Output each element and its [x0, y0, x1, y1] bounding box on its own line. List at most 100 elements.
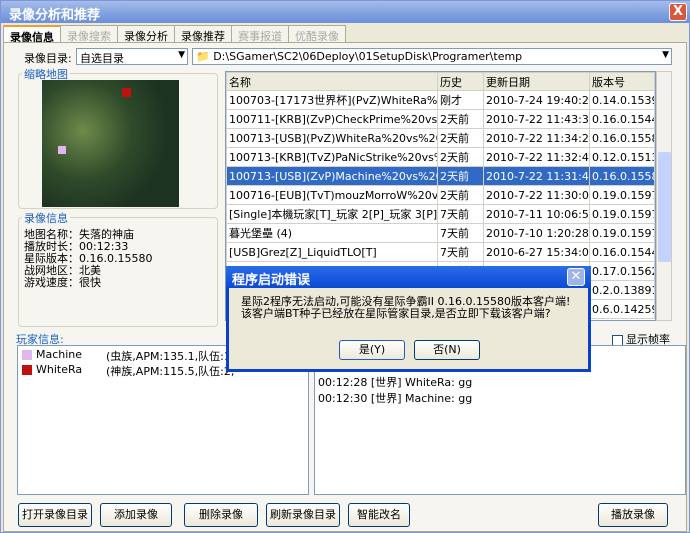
checkbox-icon	[612, 334, 623, 346]
table-cell: 2天前	[437, 109, 484, 129]
window-title: 录像分析和推荐	[9, 8, 101, 23]
table-cell: 0.19.0.15976	[589, 204, 655, 224]
column-header[interactable]: 版本号	[589, 72, 655, 91]
table-cell: 2010-6-27 15:34:06	[483, 242, 590, 262]
table-cell: 2010-7-10 1:20:28	[483, 223, 590, 243]
table-cell: 0.16.0.15580	[589, 166, 655, 186]
path-select[interactable]: 📁 D:\SGamer\SC2\06Deploy\01SetupDisk\Pro…	[192, 48, 672, 65]
title-bar: 录像分析和推荐 X	[1, 1, 690, 23]
table-cell: 2天前	[437, 147, 484, 167]
table-cell: 2010-7-22 11:32:46	[483, 147, 590, 167]
table-row[interactable]: 100711-[KRB](ZvP)CheckPrime%20vs%20Snow2…	[226, 109, 655, 129]
error-dialog: 程序启动错误 ✕ 星际2程序无法启动,可能没有星际争霸II 0.16.0.1558…	[226, 266, 591, 372]
player-color-swatch	[22, 350, 32, 360]
table-cell: 100713-[USB](PvZ)WhiteRa%20vs%20Machine	[226, 128, 438, 148]
tab-5[interactable]: 优酷录像	[288, 25, 346, 43]
chevron-down-icon: ▼	[662, 50, 669, 60]
path-value: D:\SGamer\SC2\06Deploy\01SetupDisk\Progr…	[213, 50, 523, 63]
table-cell: 0.19.0.15976	[589, 185, 655, 205]
close-button[interactable]: X	[669, 3, 687, 21]
player-marker-machine	[58, 146, 66, 154]
tab-0[interactable]: 录像信息	[3, 25, 61, 44]
table-cell: 0.16.0.15580	[589, 128, 655, 148]
table-header: 名称 历史 更新日期 版本号	[226, 72, 655, 91]
action-button-5[interactable]: 播放录像	[598, 503, 668, 527]
table-cell: 0.6.0.14259	[589, 299, 655, 319]
table-cell: 0.19.0.15976	[589, 223, 655, 243]
player-name: Machine	[36, 348, 83, 361]
dir-label: 录像目录:	[24, 52, 72, 65]
table-cell: 100713-[KRB](TvZ)PaNicStrike%20vs%20GoGo	[226, 147, 438, 167]
tab-bar: 录像信息 录像搜索 录像分析 录像推荐 赛事报道 优酷录像	[3, 25, 346, 44]
tab-4[interactable]: 赛事报道	[231, 25, 289, 43]
table-cell: 100716-[EUB](TvT)mouzMorroW%20vs%20Pre	[226, 185, 438, 205]
table-cell: 0.12.0.15133	[589, 147, 655, 167]
table-cell: 2010-7-24 19:40:28	[483, 90, 590, 110]
table-cell: 2天前	[437, 185, 484, 205]
tab-2[interactable]: 录像分析	[117, 25, 175, 43]
table-cell: 刚才	[437, 90, 484, 110]
table-cell: 100703-[17173世界杯](PvZ)WhiteRa%20vs%20	[226, 90, 438, 110]
table-cell: 2010-7-11 10:06:58	[483, 204, 590, 224]
table-cell: 2010-7-22 11:43:34	[483, 109, 590, 129]
replay-info-lines: 地图名称：失落的神庙 播放时长：00:12:33 星际版本：0.16.0.15580…	[24, 229, 152, 289]
info-line: 游戏速度：很快	[24, 276, 101, 289]
table-cell: 0.16.0.15449	[589, 109, 655, 129]
action-button-1[interactable]: 添加录像	[100, 503, 172, 527]
table-row[interactable]: 100713-[USB](PvZ)WhiteRa%20vs%20Machine2…	[226, 128, 655, 148]
player-detail: (神族,APM:115.5,队伍:2,	[106, 365, 235, 378]
table-row[interactable]: 100716-[EUB](TvT)mouzMorroW%20vs%20Pre2天…	[226, 185, 655, 205]
dialog-title: 程序启动错误	[232, 273, 311, 288]
yes-button[interactable]: 是(Y)	[339, 340, 405, 360]
table-row[interactable]: 暮光堡壘 (4)7天前2010-7-10 1:20:280.19.0.15976	[226, 223, 655, 243]
action-button-2[interactable]: 删除录像	[184, 503, 258, 527]
table-row[interactable]: 100713-[USB](ZvP)Machine%20vs%20WhiteRa2…	[226, 166, 655, 186]
dialog-message-line2: 该客户端BT种子已经放在星际管家目录,是否立即下载该客户端?	[241, 307, 551, 320]
table-cell: [USB]Grez[Z]_LiquidTLO[T]	[226, 242, 438, 262]
dir-select[interactable]: 自选目录 ▼	[76, 48, 188, 65]
dir-selected: 自选目录	[80, 52, 124, 65]
table-cell: 2010-7-22 11:30:06	[483, 185, 590, 205]
table-cell: 暮光堡壘 (4)	[226, 223, 438, 243]
table-cell: 100713-[USB](ZvP)Machine%20vs%20WhiteRa	[226, 166, 438, 186]
player-marker-whitera	[122, 88, 131, 97]
player-color-swatch	[22, 365, 32, 375]
dialog-title-bar: 程序启动错误 ✕	[226, 266, 591, 288]
table-row[interactable]: 100703-[17173世界杯](PvZ)WhiteRa%20vs%20刚才2…	[226, 90, 655, 110]
no-button[interactable]: 否(N)	[414, 340, 480, 360]
column-header[interactable]: 历史	[437, 72, 484, 91]
table-cell: 7天前	[437, 204, 484, 224]
table-cell: 7天前	[437, 242, 484, 262]
table-cell: 0.16.0.15449	[589, 242, 655, 262]
chat-line: 00:12:30 [世界] Machine: gg	[318, 392, 473, 405]
table-row[interactable]: [USB]Grez[Z]_LiquidTLO[T] 7天前 2010-6-27 15…	[226, 242, 655, 262]
action-button-0[interactable]: 打开录像目录	[18, 503, 92, 527]
tab-1[interactable]: 录像搜索	[60, 25, 118, 43]
table-cell: 2天前	[437, 128, 484, 148]
folder-icon: 📁	[196, 50, 210, 63]
dialog-close-button[interactable]: ✕	[567, 268, 585, 286]
replay-info-label: 录像信息	[22, 210, 70, 226]
table-cell: 0.17.0.15623	[589, 261, 655, 281]
action-button-4[interactable]: 智能改名	[348, 503, 410, 527]
column-header[interactable]: 名称	[226, 72, 438, 91]
table-scrollbar[interactable]	[656, 71, 672, 321]
table-row[interactable]: 100713-[KRB](TvZ)PaNicStrike%20vs%20GoGo…	[226, 147, 655, 167]
tab-3[interactable]: 录像推荐	[174, 25, 232, 43]
main-window: 录像分析和推荐 X 录像信息 录像搜索 录像分析 录像推荐 赛事报道 优酷录像 录像目录:…	[0, 0, 690, 533]
chevron-down-icon: ▼	[178, 50, 185, 60]
table-cell: 0.2.0.13891	[589, 280, 655, 300]
table-cell: 2010-7-22 11:34:26	[483, 128, 590, 148]
table-cell: [Single]本機玩家[T]_玩家 2[P]_玩家 3[P]_玩家	[226, 204, 438, 224]
table-cell: 100711-[KRB](ZvP)CheckPrime%20vs%20Snow	[226, 109, 438, 129]
column-header[interactable]: 更新日期	[483, 72, 590, 91]
table-row[interactable]: [Single]本機玩家[T]_玩家 2[P]_玩家 3[P]_玩家7天前201…	[226, 204, 655, 224]
scroll-thumb[interactable]	[658, 152, 671, 262]
table-cell: 2天前	[437, 166, 484, 186]
table-cell: 0.14.0.15392	[589, 90, 655, 110]
action-button-3[interactable]: 刷新录像目录	[266, 503, 340, 527]
player-name: WhiteRa	[36, 363, 83, 376]
chat-line: 00:12:28 [世界] WhiteRa: gg	[318, 376, 473, 389]
map-thumbnail	[42, 80, 179, 207]
table-cell: 7天前	[437, 223, 484, 243]
